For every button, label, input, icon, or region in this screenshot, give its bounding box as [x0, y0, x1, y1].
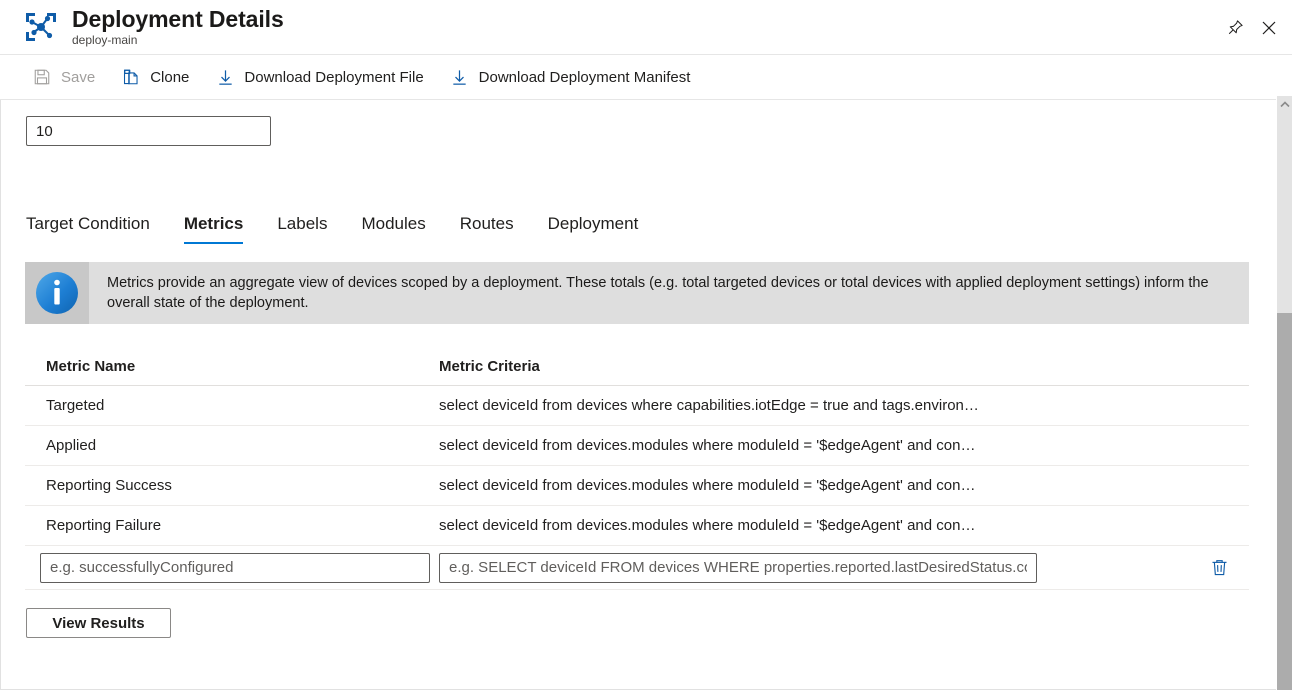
- column-header-metric-name: Metric Name: [25, 358, 439, 375]
- content-scroll-area: Target Condition Metrics Labels Modules …: [0, 100, 1276, 690]
- download-deployment-file-label: Download Deployment File: [244, 69, 423, 86]
- deployment-graph-icon: [22, 8, 60, 46]
- tab-label: Labels: [277, 214, 327, 233]
- tab-routes[interactable]: Routes: [460, 214, 514, 244]
- table-header-row: Metric Name Metric Criteria: [25, 348, 1249, 386]
- close-icon[interactable]: [1252, 11, 1286, 45]
- new-metric-criteria-input[interactable]: [439, 553, 1037, 583]
- table-row[interactable]: Applied select deviceId from devices.mod…: [25, 426, 1249, 466]
- metric-name-cell: Applied: [25, 437, 439, 454]
- tab-label: Routes: [460, 214, 514, 233]
- metrics-table: Metric Name Metric Criteria Targeted sel…: [25, 348, 1249, 590]
- column-header-metric-criteria: Metric Criteria: [439, 358, 1189, 375]
- download-deployment-manifest-button[interactable]: Download Deployment Manifest: [440, 59, 701, 95]
- command-bar: Save Clone: [0, 55, 1292, 100]
- table-row[interactable]: Reporting Failure select deviceId from d…: [25, 506, 1249, 546]
- metric-criteria-cell: select deviceId from devices.modules whe…: [439, 477, 1189, 494]
- window-controls: [1218, 0, 1286, 55]
- chevron-up-icon[interactable]: [1277, 96, 1292, 113]
- save-label: Save: [61, 69, 95, 86]
- download-deployment-file-button[interactable]: Download Deployment File: [205, 59, 433, 95]
- table-row[interactable]: Targeted select deviceId from devices wh…: [25, 386, 1249, 426]
- page-title: Deployment Details: [72, 6, 284, 32]
- save-button[interactable]: Save: [22, 59, 105, 95]
- new-metric-name-input[interactable]: [40, 553, 430, 583]
- priority-input[interactable]: [26, 116, 271, 146]
- metric-name-cell: Targeted: [25, 397, 439, 414]
- metric-criteria-cell: select deviceId from devices.modules whe…: [439, 437, 1189, 454]
- clone-button[interactable]: Clone: [111, 59, 199, 95]
- metric-name-cell: Reporting Failure: [25, 517, 439, 534]
- tab-modules[interactable]: Modules: [361, 214, 425, 244]
- vertical-scrollbar[interactable]: [1276, 96, 1292, 690]
- tab-label: Modules: [361, 214, 425, 233]
- metric-criteria-cell: select deviceId from devices.modules whe…: [439, 517, 1189, 534]
- clone-label: Clone: [150, 69, 189, 86]
- tab-label: Metrics: [184, 214, 244, 233]
- download-deployment-manifest-label: Download Deployment Manifest: [479, 69, 691, 86]
- pivot-tabs: Target Condition Metrics Labels Modules …: [26, 200, 638, 244]
- download-icon: [450, 67, 470, 87]
- pin-icon[interactable]: [1218, 11, 1252, 45]
- title-text-group: Deployment Details deploy-main: [72, 6, 284, 48]
- scrollbar-thumb[interactable]: [1277, 313, 1292, 690]
- tab-label: Deployment: [548, 214, 639, 233]
- page-subtitle: deploy-main: [72, 33, 284, 48]
- info-message-bar: Metrics provide an aggregate view of dev…: [25, 262, 1249, 324]
- window-titlebar: Deployment Details deploy-main: [0, 0, 1292, 55]
- view-results-button[interactable]: View Results: [26, 608, 171, 638]
- metric-name-cell: Reporting Success: [25, 477, 439, 494]
- deployment-details-window: Deployment Details deploy-main: [0, 0, 1292, 690]
- download-icon: [215, 67, 235, 87]
- tab-deployment[interactable]: Deployment: [548, 214, 639, 244]
- trash-icon[interactable]: [1204, 553, 1234, 583]
- tab-metrics[interactable]: Metrics: [184, 214, 244, 244]
- save-icon: [32, 67, 52, 87]
- table-row[interactable]: Reporting Success select deviceId from d…: [25, 466, 1249, 506]
- new-metric-row: [25, 546, 1249, 590]
- info-icon: [25, 262, 89, 324]
- tab-labels[interactable]: Labels: [277, 214, 327, 244]
- tab-label: Target Condition: [26, 214, 150, 233]
- tab-target-condition[interactable]: Target Condition: [26, 214, 150, 244]
- info-message-text: Metrics provide an aggregate view of dev…: [89, 262, 1249, 324]
- metric-criteria-cell: select deviceId from devices where capab…: [439, 397, 1189, 414]
- copy-icon: [121, 67, 141, 87]
